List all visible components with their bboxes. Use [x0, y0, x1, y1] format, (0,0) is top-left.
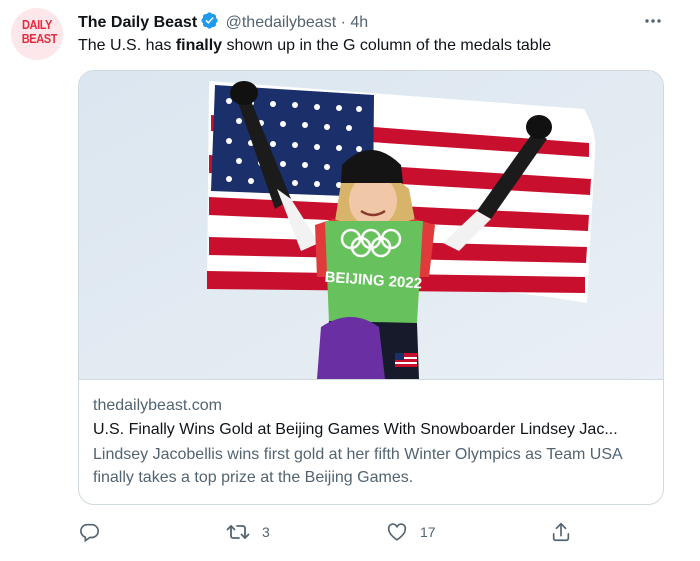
author-handle[interactable]: @thedailybeast — [226, 14, 337, 31]
tweet-text-before: The U.S. has — [78, 37, 176, 54]
link-card[interactable]: BEIJING 2022 thedailybeast.com U.S. Fina… — [78, 70, 664, 505]
action-bar: 3 17 — [78, 518, 598, 546]
avatar-logo-line1: DAILY — [21, 17, 53, 32]
tweet-text: The U.S. has finally shown up in the G c… — [78, 36, 551, 56]
more-icon[interactable] — [642, 10, 664, 32]
author-name[interactable]: The Daily Beast — [78, 14, 197, 31]
card-image: BEIJING 2022 — [79, 71, 663, 380]
like-icon — [386, 521, 408, 543]
share-icon — [550, 521, 572, 543]
tweet-text-bold: finally — [175, 37, 223, 54]
reply-button[interactable] — [78, 518, 112, 546]
meta-separator: · — [340, 14, 346, 31]
card-body: thedailybeast.com U.S. Finally Wins Gold… — [93, 396, 653, 489]
retweet-icon — [226, 521, 250, 543]
tweet-time[interactable]: 4h — [350, 14, 368, 31]
like-count: 17 — [420, 524, 436, 540]
avatar-logo-line2: BEAST — [21, 31, 58, 46]
retweet-count: 3 — [262, 524, 270, 540]
tweet-header: The Daily Beast @thedailybeast · 4h — [78, 11, 368, 36]
card-description: Lindsey Jacobellis wins first gold at he… — [93, 446, 622, 486]
like-button[interactable]: 17 — [386, 518, 436, 546]
retweet-button[interactable]: 3 — [226, 518, 270, 546]
card-title: U.S. Finally Wins Gold at Beijing Games … — [93, 421, 618, 438]
share-button[interactable] — [550, 518, 584, 546]
verified-icon — [200, 11, 219, 36]
card-domain: thedailybeast.com — [93, 397, 222, 414]
avatar-logo: DAILY BEAST — [21, 17, 58, 46]
avatar[interactable]: DAILY BEAST — [11, 8, 63, 60]
reply-icon — [78, 521, 100, 543]
tweet-text-after: shown up in the G column of the medals t… — [222, 37, 552, 54]
